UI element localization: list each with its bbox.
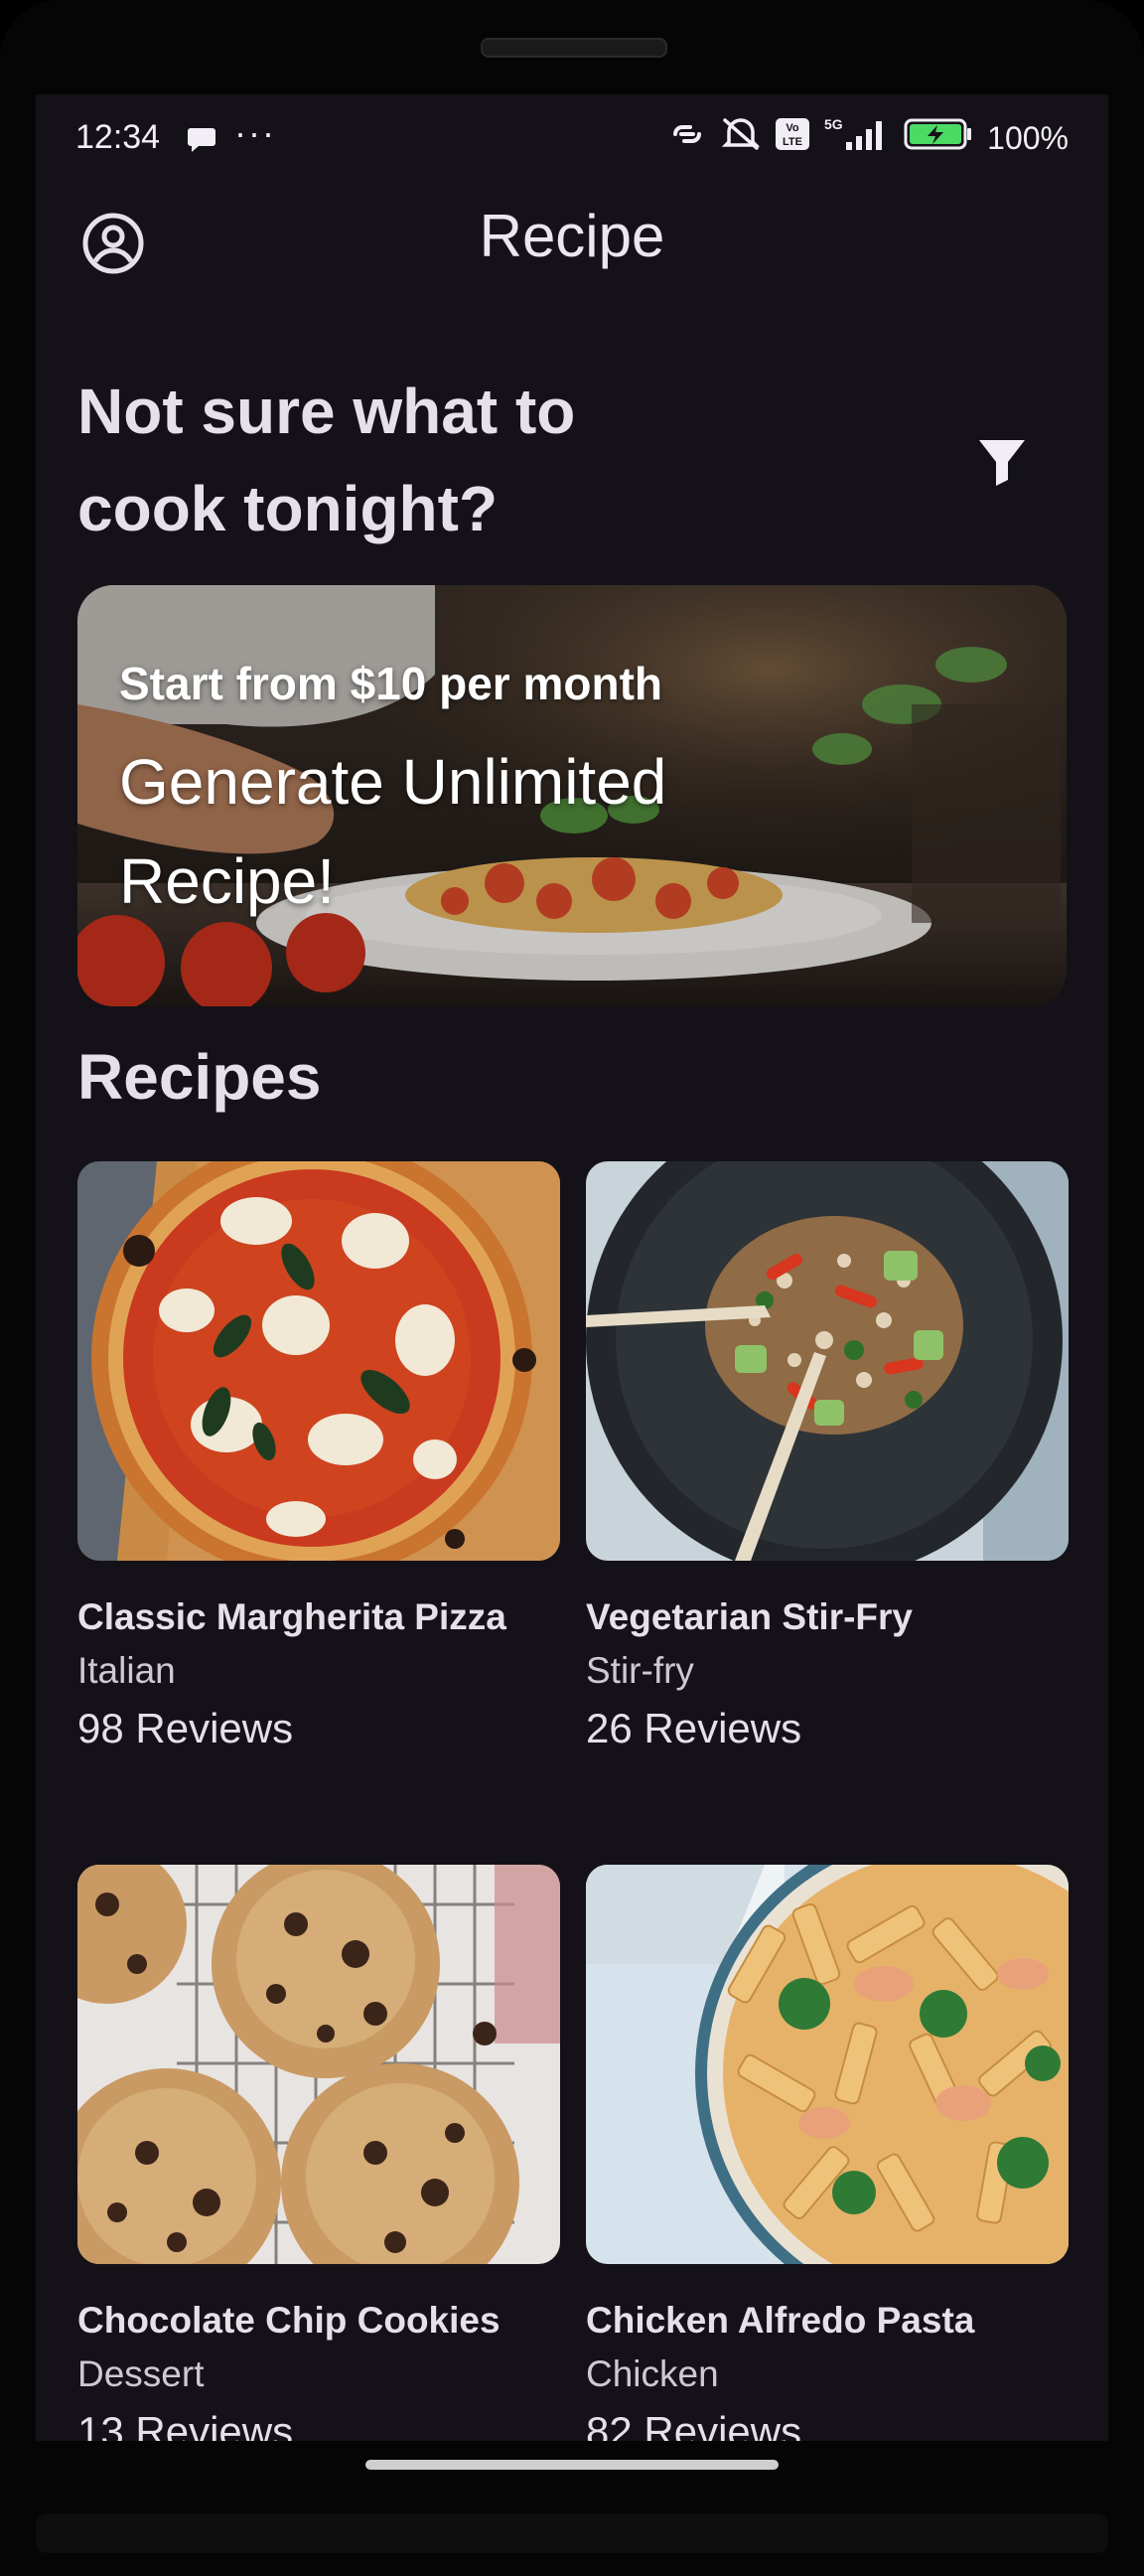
recipe-reviews: 13 Reviews (77, 2408, 294, 2441)
volte-icon: Vo LTE (775, 117, 810, 160)
banner-text: Start from $10 per month Generate Unlimi… (119, 657, 755, 931)
headline-line-1: Not sure what to (77, 376, 576, 447)
gesture-nav-handle[interactable] (365, 2460, 779, 2470)
recipe-category: Italian (77, 1650, 176, 1691)
headline-line-2: cook tonight? (77, 473, 499, 544)
headline: Not sure what to cook tonight? (77, 363, 713, 557)
signal-icon: 5G (824, 116, 890, 161)
recipe-image[interactable] (77, 1865, 560, 2264)
recipe-name: Chicken Alfredo Pasta (586, 2300, 975, 2341)
battery-percent: 100% (987, 120, 1069, 156)
status-bar: 12:34 ··· Vo LTE 5G 100% (36, 94, 1108, 190)
status-icons: Vo LTE 5G 100% (667, 116, 1069, 161)
recipe-name: Classic Margherita Pizza (77, 1596, 506, 1637)
recipe-category: Chicken (586, 2353, 719, 2394)
filter-button[interactable] (973, 432, 1031, 490)
stir-fry-image (586, 1161, 1069, 1561)
svg-text:LTE: LTE (783, 136, 802, 148)
recipe-card[interactable]: Chocolate Chip Cookies Dessert 13 Review… (77, 1865, 560, 2441)
promo-banner[interactable]: Start from $10 per month Generate Unlimi… (77, 585, 1067, 1006)
recipe-reviews: 82 Reviews (586, 2408, 802, 2441)
recipes-section-title: Recipes (77, 1041, 322, 1113)
banner-title: Generate Unlimited Recipe! (119, 746, 667, 917)
recipe-category: Dessert (77, 2353, 205, 2394)
svg-text:Vo: Vo (786, 122, 800, 134)
status-more: ··· (234, 112, 276, 153)
battery-charging-icon (904, 117, 973, 160)
app-title: Recipe (479, 203, 665, 269)
recipe-reviews: 26 Reviews (586, 1705, 802, 1751)
recipe-card[interactable]: Chicken Alfredo Pasta Chicken 82 Reviews (586, 1865, 1069, 2441)
recipe-image[interactable] (586, 1161, 1069, 1561)
network-type-label: 5G (824, 116, 843, 132)
status-time: 12:34 (75, 118, 161, 156)
chat-bubble-icon (187, 124, 216, 163)
banner-subtitle: Start from $10 per month (119, 658, 662, 709)
pizza-image (77, 1161, 560, 1561)
recipe-card[interactable]: Vegetarian Stir-Fry Stir-fry 26 Reviews (586, 1161, 1069, 1759)
phone-chin (36, 2513, 1108, 2553)
app-screen: 12:34 ··· Vo LTE 5G 100% Recipe Not sure… (36, 94, 1108, 2441)
recipe-image[interactable] (77, 1161, 560, 1561)
pasta-image (586, 1865, 1069, 2264)
filter-icon (979, 440, 1025, 486)
recipe-name: Vegetarian Stir-Fry (586, 1596, 914, 1637)
cookies-image (77, 1865, 560, 2264)
speaker-grille (481, 38, 667, 58)
recipe-card[interactable]: Classic Margherita Pizza Italian 98 Revi… (77, 1161, 560, 1759)
recipe-image[interactable] (586, 1865, 1069, 2264)
recipe-reviews: 98 Reviews (77, 1705, 294, 1751)
recipe-category: Stir-fry (586, 1650, 694, 1691)
link-icon (667, 119, 707, 158)
recipe-name: Chocolate Chip Cookies (77, 2300, 500, 2341)
mute-icon (721, 116, 761, 161)
